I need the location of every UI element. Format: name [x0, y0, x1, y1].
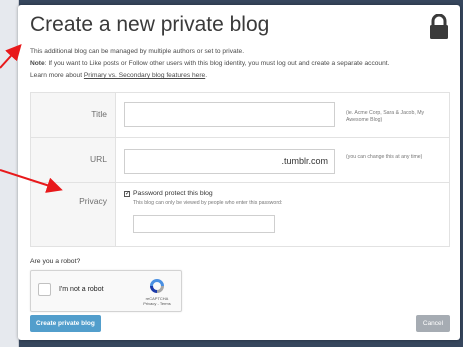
password-input[interactable]: [133, 215, 275, 233]
title-input[interactable]: [124, 102, 335, 127]
recaptcha-brand: reCAPTCHA Privacy - Terms: [135, 296, 179, 306]
recaptcha-icon: [150, 279, 164, 293]
row-divider: [31, 182, 449, 183]
cancel-button[interactable]: Cancel: [416, 315, 450, 332]
blog-form: Title (ie. Acme Corp, Sara & Jacob, My A…: [30, 92, 450, 247]
learn-more-link[interactable]: Primary vs. Secondary blog features here: [84, 72, 205, 79]
recaptcha-label: I'm not a robot: [59, 286, 104, 293]
url-input[interactable]: .tumblr.com: [124, 149, 335, 174]
url-hint: (you can change this at any time): [346, 154, 423, 160]
title-hint: (ie. Acme Corp, Sara & Jacob, My Awesome…: [346, 110, 425, 124]
row-divider: [31, 137, 449, 138]
note-label: Note: [30, 60, 45, 67]
title-label: Title: [91, 109, 107, 119]
checkmark-icon: ✓: [125, 191, 131, 197]
recaptcha-checkbox[interactable]: [38, 283, 51, 296]
learn-suffix: .: [205, 72, 208, 79]
password-description: This blog can only be viewed by people w…: [133, 200, 283, 206]
dialog-title: Create a new private blog: [30, 13, 270, 36]
recaptcha-links[interactable]: Privacy - Terms: [135, 301, 179, 306]
background-page-strip: [0, 0, 19, 347]
url-suffix: .tumblr.com: [281, 156, 328, 166]
create-blog-dialog: Create a new private blog This additiona…: [18, 5, 460, 340]
password-checkbox[interactable]: ✓: [124, 191, 130, 197]
url-label: URL: [89, 154, 107, 164]
dialog-note: Note: If you want to Like posts or Follo…: [30, 60, 389, 67]
note-text: : If you want to Like posts or Follow ot…: [44, 60, 390, 67]
learn-more-line: Learn more about Primary vs. Secondary b…: [30, 72, 207, 79]
dialog-intro: This additional blog can be managed by m…: [30, 48, 245, 55]
privacy-label: Privacy: [79, 196, 107, 206]
recaptcha-widget: I'm not a robot reCAPTCHA Privacy - Term…: [30, 270, 182, 312]
learn-prefix: Learn more about: [30, 72, 84, 79]
robot-question: Are you a robot?: [30, 258, 81, 265]
lock-icon: [430, 14, 448, 39]
create-private-blog-button[interactable]: Create private blog: [30, 315, 101, 332]
password-checkbox-label: Password protect this blog: [133, 190, 213, 197]
